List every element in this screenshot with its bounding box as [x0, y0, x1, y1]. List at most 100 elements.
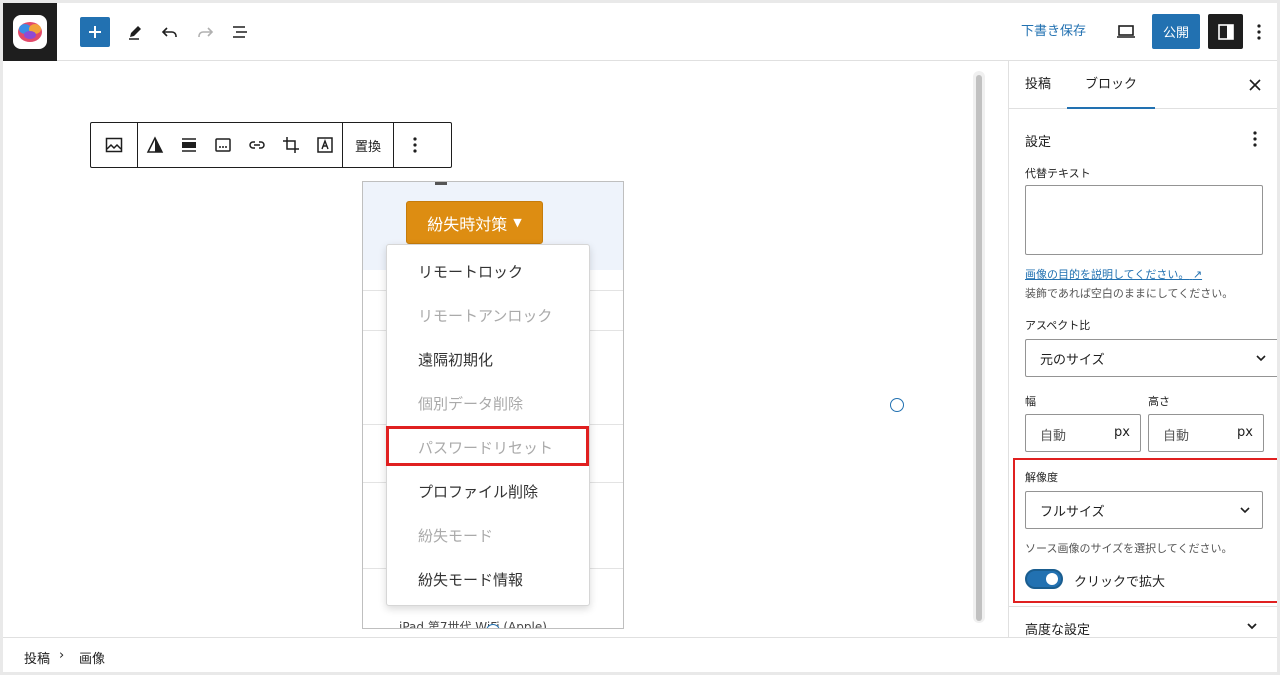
resolution-label: 解像度 [1025, 471, 1058, 484]
alt-help-text: 装飾であれば空白のままにしてください。 [1025, 287, 1234, 300]
vertical-ellipsis-icon [1257, 24, 1261, 40]
width-unit: px [1114, 425, 1130, 440]
image-menu-item: プロファイル削除 [418, 483, 539, 501]
canvas-scrollbar[interactable] [973, 71, 985, 623]
duotone-button[interactable] [138, 123, 172, 167]
pencil-icon [129, 26, 141, 40]
height-input[interactable]: 自動 px [1148, 414, 1264, 452]
editor-window: 下書き保存 公開 置換 紛失時対策 ▼ リモートロック リモートアンロック 遠隔… [3, 3, 1277, 672]
crop-button[interactable] [274, 123, 308, 167]
undo-button[interactable] [155, 17, 185, 47]
text-overlay-button[interactable] [308, 123, 342, 167]
settings-options-button[interactable] [1243, 127, 1267, 151]
lightbox-toggle[interactable] [1025, 569, 1063, 589]
close-icon [1249, 79, 1261, 91]
block-breadcrumb: 投稿 › 画像 [3, 637, 1277, 672]
width-input[interactable]: 自動 px [1025, 414, 1141, 452]
image-menu-item: 紛失モード [418, 527, 494, 545]
aspect-ratio-value: 元のサイズ [1040, 352, 1105, 368]
text-overlay-icon [317, 137, 333, 153]
save-draft-button[interactable]: 下書き保存 [1021, 17, 1086, 47]
width-label: 幅 [1025, 395, 1036, 408]
link-icon [249, 141, 265, 149]
image-menu-item: リモートロック [418, 263, 524, 281]
settings-sidebar: 投稿 ブロック 設定 代替テキスト 画像の目的を説明してください。 ↗ 装飾であ… [1008, 61, 1277, 638]
alt-text-field[interactable] [1025, 185, 1263, 255]
desktop-preview-icon [1117, 25, 1135, 38]
resolution-select[interactable]: フルサイズ [1025, 491, 1263, 529]
sidebar-settings-icon [1217, 23, 1234, 40]
more-group [394, 123, 436, 167]
redo-icon [198, 27, 214, 37]
block-type-group [91, 123, 138, 167]
lightbox-label: クリックで拡大 [1074, 575, 1166, 590]
image-dropdown-label: 紛失時対策 [427, 214, 508, 234]
breadcrumb-item-post[interactable]: 投稿 [24, 648, 50, 667]
alt-text-label: 代替テキスト [1025, 167, 1091, 180]
image-block-switcher[interactable] [91, 123, 137, 167]
undo-icon [161, 27, 177, 37]
block-toolbar: 置換 [90, 122, 452, 168]
image-dropdown-button: 紛失時対策 ▼ [406, 201, 543, 244]
image-menu-item: 個別データ削除 [418, 395, 524, 413]
image-menu-item: 遠隔初期化 [418, 351, 494, 369]
advanced-label: 高度な設定 [1025, 623, 1091, 638]
block-tools-group [138, 123, 343, 167]
toggle-knob [1046, 573, 1058, 585]
caption-button[interactable] [206, 123, 240, 167]
duotone-icon [146, 136, 164, 153]
image-footer-text: iPad 第7世代 WiFi (Apple) [399, 620, 547, 629]
close-sidebar-button[interactable] [1243, 73, 1267, 97]
breadcrumb-separator-icon: › [59, 648, 65, 663]
preview-button[interactable] [1111, 17, 1141, 47]
image-dropdown-menu: リモートロック リモートアンロック 遠隔初期化 個別データ削除 パスワードリセッ… [386, 244, 590, 606]
aspect-ratio-label: アスペクト比 [1025, 319, 1091, 332]
list-view-button[interactable] [225, 17, 255, 47]
height-unit: px [1237, 425, 1253, 440]
height-value: 自動 [1163, 429, 1190, 444]
vertical-ellipsis-icon [1253, 131, 1257, 147]
tab-post[interactable]: 投稿 [1025, 61, 1051, 109]
height-label: 高さ [1148, 395, 1170, 408]
image-highlight-box [386, 426, 589, 466]
replace-group: 置換 [343, 123, 395, 167]
publish-button[interactable]: 公開 [1152, 14, 1200, 49]
caption-icon [215, 138, 231, 152]
brain-logo-icon [13, 15, 47, 49]
plus-icon [89, 26, 101, 38]
alt-help-link-text[interactable]: 画像の目的を説明してください。 [1025, 268, 1189, 281]
tools-button[interactable] [120, 17, 150, 47]
options-menu-button[interactable] [1247, 17, 1271, 47]
link-button[interactable] [240, 123, 274, 167]
image-icon [105, 137, 123, 153]
image-top-fragment [435, 182, 447, 185]
image-menu-item: 紛失モード情報 [418, 571, 524, 589]
alt-help-link[interactable]: 画像の目的を説明してください。 ↗ [1025, 266, 1202, 282]
list-view-icon [233, 26, 247, 38]
replace-button[interactable]: 置換 [343, 136, 393, 155]
settings-section-title: 設定 [1025, 135, 1052, 150]
resolution-help-text: ソース画像のサイズを選択してください。 [1025, 542, 1233, 555]
block-options-button[interactable] [394, 123, 436, 167]
selected-image-block[interactable]: 紛失時対策 ▼ リモートロック リモートアンロック 遠隔初期化 個別データ削除 … [362, 181, 624, 629]
crop-icon [283, 137, 299, 153]
sidebar-tabs: 投稿 ブロック [1009, 61, 1277, 109]
tab-block[interactable]: ブロック [1067, 61, 1156, 109]
resolution-value: フルサイズ [1040, 504, 1105, 520]
redo-button[interactable] [190, 17, 220, 47]
aspect-ratio-select[interactable]: 元のサイズ [1025, 339, 1277, 377]
add-block-button[interactable] [80, 17, 110, 47]
settings-toggle-button[interactable] [1208, 14, 1243, 49]
image-menu-item: リモートアンロック [418, 307, 553, 325]
width-value: 自動 [1040, 429, 1067, 444]
site-logo[interactable] [3, 3, 57, 61]
chevron-down-icon [1240, 507, 1250, 514]
breadcrumb-item-image: 画像 [79, 652, 106, 667]
chevron-down-icon [1256, 355, 1266, 362]
scrollbar-thumb[interactable] [976, 75, 982, 621]
image-resize-handle-right[interactable] [890, 398, 904, 412]
editor-canvas[interactable]: 置換 紛失時対策 ▼ リモートロック リモートアンロック 遠隔初期化 個別データ… [3, 61, 997, 637]
chevron-down-icon [1247, 623, 1257, 630]
align-icon [182, 138, 196, 152]
align-button[interactable] [172, 123, 206, 167]
